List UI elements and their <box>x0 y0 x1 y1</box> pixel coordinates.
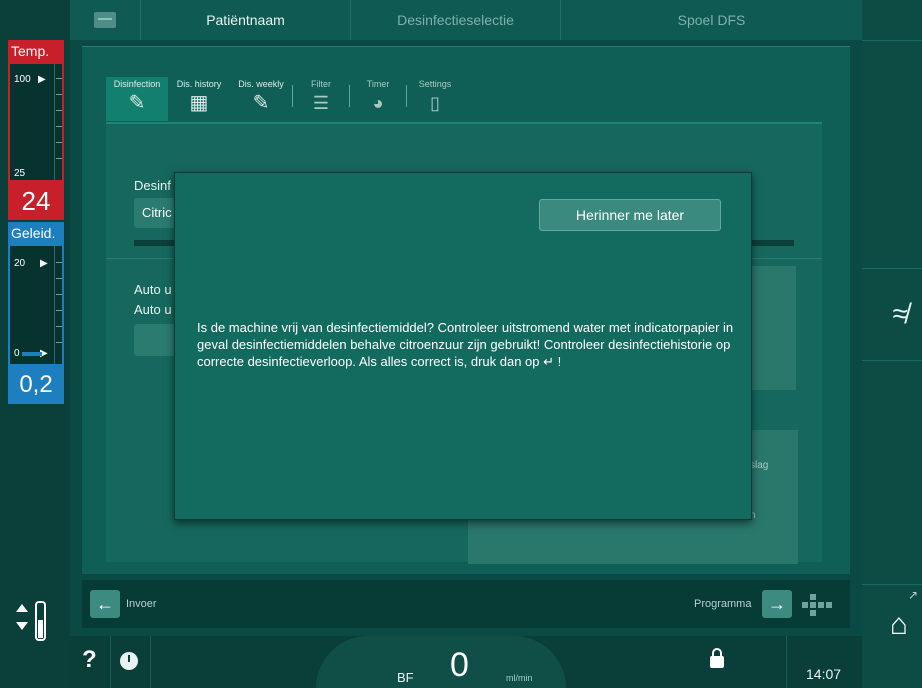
settings-icon: ▯ <box>430 93 440 113</box>
temperature-ticks <box>54 64 62 180</box>
subtab-timer-label: Timer <box>366 79 390 89</box>
tab-disinfection-selection[interactable]: Desinfectieselectie <box>350 0 560 40</box>
arrow-left-icon: ← <box>96 593 114 614</box>
history-icon: ▦ <box>189 92 209 114</box>
tab-patient-card[interactable] <box>70 0 140 40</box>
conductivity-max-marker-icon: ▶ <box>40 258 48 269</box>
disinfectant-check-dialog: Herinner me later Is de machine vrij van… <box>174 172 752 520</box>
subtab-timer[interactable]: Timer ◕ <box>350 77 406 121</box>
blood-flow-value: 0 <box>450 646 469 684</box>
tab-rinse-dfs[interactable]: Spoel DFS <box>560 0 862 40</box>
subtab-dis-history[interactable]: Dis. history ▦ <box>168 77 230 121</box>
subtab-filter[interactable]: Filter ☰ <box>293 77 349 121</box>
temperature-label: Temp. <box>8 40 64 62</box>
status-divider <box>786 636 787 688</box>
temperature-scale-min: 25 <box>14 168 26 179</box>
subtab-dis-weekly-label: Dis. weekly <box>238 79 284 89</box>
next-button[interactable]: → <box>762 590 792 618</box>
right-divider <box>862 584 922 585</box>
timer-icon: ◕ <box>372 93 384 113</box>
auto-label-2: Auto u <box>134 302 172 317</box>
next-label: Programma <box>694 598 752 610</box>
corner-arrow-icon: ↗ <box>907 588 918 602</box>
clock-icon[interactable] <box>120 652 138 670</box>
arrow-right-icon: → <box>768 593 786 614</box>
conductivity-ticks <box>54 246 62 364</box>
lock-icon[interactable] <box>710 648 724 668</box>
back-label: Invoer <box>126 598 157 610</box>
conductivity-scale-max: 20 <box>14 258 26 269</box>
program-steps-icon <box>802 594 832 616</box>
subtab-disinfection-label: Disinfection <box>113 79 161 89</box>
bottom-nav-bar: ← Invoer Programma → <box>82 580 850 628</box>
remind-later-button[interactable]: Herinner me later <box>539 199 721 231</box>
subtab-dis-history-label: Dis. history <box>176 79 222 89</box>
temperature-gauge: 100 ▶ 25 <box>8 62 64 182</box>
side-panel <box>746 266 796 390</box>
temperature-scale-max: 100 <box>14 74 31 85</box>
temperature-value: 24 <box>8 182 64 220</box>
conductivity-gauge: 20 ▶ 0 ▶ <box>8 244 64 366</box>
conductivity-scale-min: 0 <box>14 348 20 359</box>
blood-flow-label: BF <box>397 670 414 685</box>
disinfection-subtabs: Disinfection ✎ Dis. history ▦ Dis. weekl… <box>106 77 463 121</box>
subtab-disinfection[interactable]: Disinfection ✎ <box>106 77 168 121</box>
disinfection-icon: ✎ <box>128 92 146 114</box>
right-divider <box>862 40 922 41</box>
bypass-icon[interactable]: ≉ <box>893 298 908 330</box>
patient-card-icon <box>94 12 116 28</box>
help-button[interactable]: ? <box>82 646 97 674</box>
conductivity-label: Geleid. <box>8 222 64 244</box>
clock-time: 14:07 <box>806 666 842 682</box>
weekly-icon: ✎ <box>252 92 270 114</box>
top-tab-bar: Patiëntnaam Desinfectieselectie Spoel DF… <box>70 0 862 40</box>
disinfection-section-label: Desinf <box>134 178 171 193</box>
info-panel-text: slag <box>750 460 769 471</box>
subtab-settings-label: Settings <box>418 79 452 89</box>
conductivity-level <box>22 352 42 356</box>
back-button[interactable]: ← <box>90 590 120 618</box>
filter-icon: ☰ <box>312 93 330 113</box>
level-adjust-icon[interactable] <box>10 596 58 646</box>
blood-flow-unit: ml/min <box>506 673 533 683</box>
subtab-dis-weekly[interactable]: Dis. weekly ✎ <box>230 77 292 121</box>
subtab-settings[interactable]: Settings ▯ <box>407 77 463 121</box>
dialog-message: Is de machine vrij van desinfectiemiddel… <box>197 320 734 369</box>
tab-patient-name[interactable]: Patiëntnaam <box>140 0 350 40</box>
right-divider <box>862 268 922 269</box>
home-icon[interactable]: ⌂ <box>890 608 908 642</box>
conductivity-value: 0,2 <box>8 366 64 404</box>
status-divider <box>150 636 151 688</box>
temperature-max-marker-icon: ▶ <box>38 74 46 85</box>
subtab-filter-label: Filter <box>311 79 331 89</box>
right-column <box>862 0 922 688</box>
auto-label-1: Auto u <box>134 282 172 297</box>
right-divider <box>862 360 922 361</box>
status-divider <box>110 636 111 688</box>
